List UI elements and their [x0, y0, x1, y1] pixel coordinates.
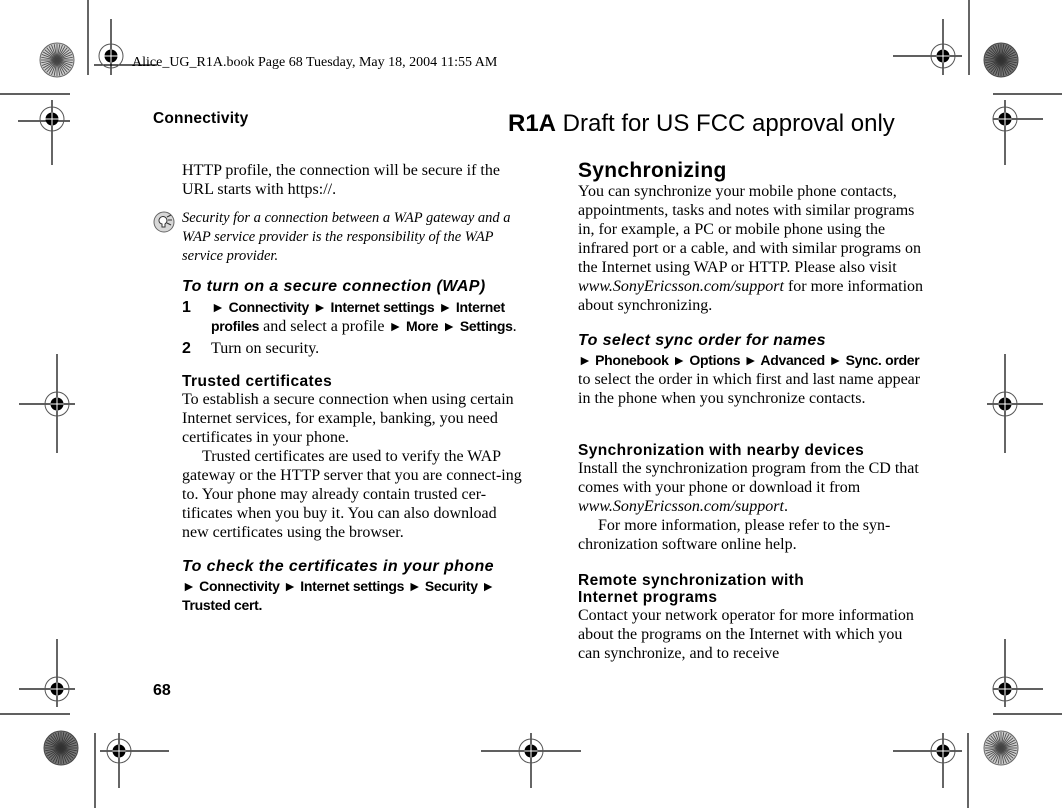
step-2: 2 Turn on security. [182, 339, 527, 358]
step-number: 2 [182, 340, 191, 357]
tip-note: Security for a connection between a WAP … [153, 209, 527, 266]
step-text: Turn on security. [211, 340, 320, 357]
left-column: HTTP profile, the connection will be sec… [182, 161, 527, 199]
running-header-section: Connectivity [153, 110, 249, 127]
starburst-target-bottom-right [983, 730, 1019, 766]
sync-order-menu-path: ► Phonebook ► Options ► Advanced ► Sync.… [578, 352, 920, 368]
trusted-certificates-heading: Trusted certificates [182, 373, 333, 390]
trusted-certificates-section: Trusted certificates To establish a secu… [182, 373, 527, 542]
step-end-punct: . [512, 318, 517, 335]
menu-item-more: More [406, 318, 439, 334]
secure-connection-heading: To turn on a secure connection (WAP) [182, 278, 486, 295]
nearby-devices-section: Synchronization with nearby devices Inst… [578, 442, 923, 554]
draft-notice: R1A Draft for US FCC approval only [508, 110, 895, 138]
lightbulb-tip-icon [153, 211, 175, 233]
trusted-paragraph-1: To establish a secure connection when us… [182, 391, 514, 446]
support-link[interactable]: www.SonyEricsson.com/support [578, 498, 784, 515]
synchronizing-paragraph: You can synchronize your mobile phone co… [578, 182, 923, 315]
sync-order-section: To select sync order for names ► Phonebo… [578, 332, 928, 408]
starburst-target-bottom-left [43, 730, 79, 766]
synchronizing-section: Synchronizing You can synchronize your m… [578, 160, 923, 315]
step-instruction: and select a profile [259, 318, 389, 335]
synchronizing-text: You can synchronize your mobile phone co… [578, 183, 921, 276]
menu-item-internet-settings: Internet settings [330, 299, 435, 315]
menu-item-settings: Settings [459, 318, 513, 334]
starburst-target-top-right [983, 42, 1019, 78]
page-number: 68 [153, 682, 171, 699]
nearby-paragraph-1: Install the synchronization program from… [578, 459, 923, 516]
menu-arrow-icon: ► [438, 299, 452, 315]
secure-connection-section: To turn on a secure connection (WAP) 1 ►… [182, 278, 527, 358]
menu-arrow-icon: ► [388, 318, 403, 334]
print-slug: Alice_UG_R1A.book Page 68 Tuesday, May 1… [132, 55, 498, 70]
intro-paragraph: HTTP profile, the connection will be sec… [182, 162, 500, 198]
nearby-devices-heading: Synchronization with nearby devices [578, 442, 865, 459]
draft-notice-text: Draft for US FCC approval only [556, 110, 895, 137]
nearby-text: Install the synchronization program from… [578, 460, 919, 496]
remote-sync-section: Remote synchronization with Internet pro… [578, 572, 923, 663]
tip-text: Security for a connection between a WAP … [182, 210, 511, 264]
remote-sync-heading: Remote synchronization with Internet pro… [578, 572, 805, 606]
check-certificates-heading: To check the certificates in your phone [182, 558, 494, 575]
sync-order-heading: To select sync order for names [578, 332, 826, 349]
step-number: 1 [182, 299, 191, 316]
menu-arrow-icon: ► [442, 318, 456, 334]
menu-arrow-icon: ► [312, 299, 327, 315]
starburst-target-top-left [39, 42, 75, 78]
nearby-text-end: . [783, 498, 788, 515]
trusted-paragraph-2: Trusted certificates are used to verify … [182, 448, 522, 541]
check-certificates-menu-path: ► Connectivity ► Internet settings ► Sec… [182, 578, 495, 613]
remote-sync-paragraph: Contact your network operator for more i… [578, 607, 914, 662]
check-certificates-section: To check the certificates in your phone … [182, 558, 502, 615]
synchronizing-heading: Synchronizing [578, 159, 727, 182]
support-link[interactable]: www.SonyEricsson.com/support [578, 278, 784, 295]
sync-order-text: to select the order in which first and l… [578, 371, 921, 407]
draft-notice-revision: R1A [508, 110, 557, 137]
step-text: ► Connectivity ► Internet settings ► Int… [211, 298, 527, 336]
menu-arrow-icon: ► [211, 299, 225, 315]
menu-item-connectivity: Connectivity [228, 299, 310, 315]
step-1: 1 ► Connectivity ► Internet settings ► I… [182, 298, 527, 336]
nearby-paragraph-2: For more information, please refer to th… [578, 517, 891, 553]
